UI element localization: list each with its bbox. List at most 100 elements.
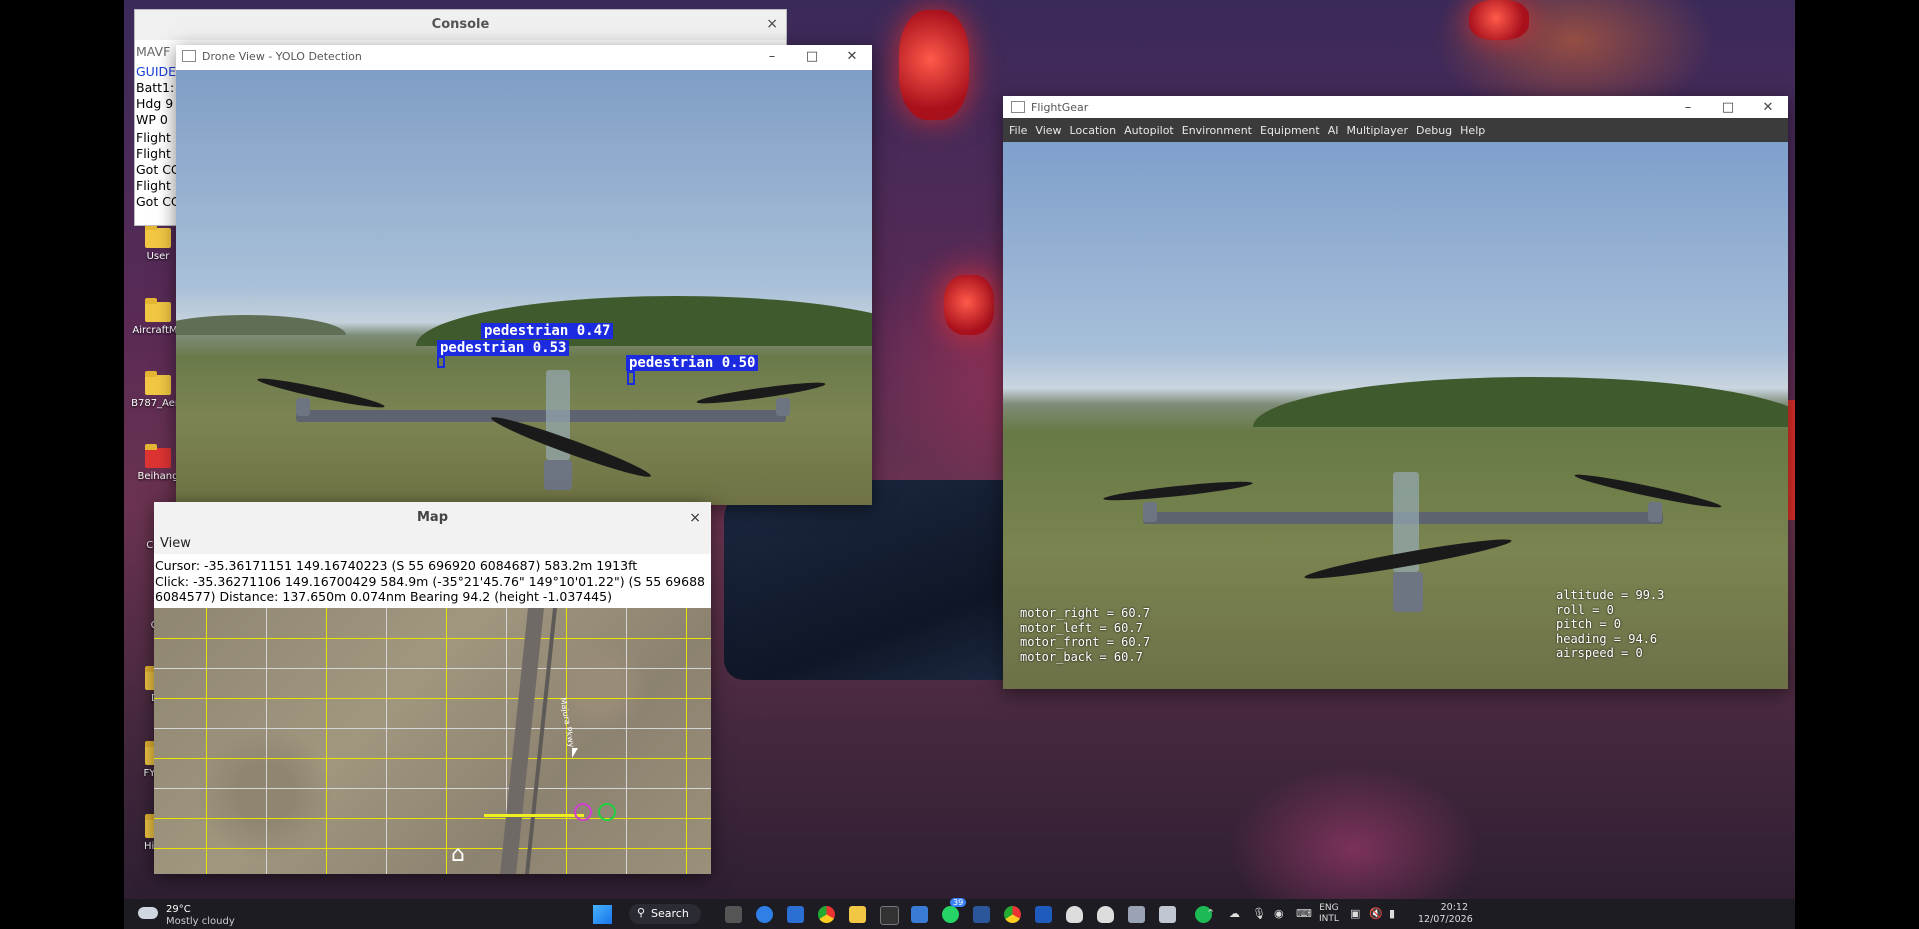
language-code: ENG (1319, 903, 1339, 913)
flight-path (484, 814, 584, 817)
chrome-icon[interactable] (1004, 906, 1021, 923)
desktop-icon-label: Beihang (137, 471, 179, 482)
drone-view-window: Drone View - YOLO Detection – □ ✕ pedest… (176, 45, 872, 505)
menu-help[interactable]: Help (1460, 124, 1485, 137)
map-title: Map (154, 502, 711, 534)
console-title: Console (135, 10, 786, 40)
flightgear-3d-view: motor_right = 60.7 motor_left = 60.7 mot… (1003, 142, 1788, 689)
drone-view-title: Drone View - YOLO Detection (202, 49, 362, 63)
close-icon[interactable]: × (766, 16, 778, 32)
airspeed-readout: airspeed = 0 (1556, 646, 1643, 660)
taskbar: 29°C Mostly cloudy ⚲ Search 39 ⌃ ☁ 🎙 ◉ ⌨… (124, 898, 1795, 929)
app-window-icon[interactable] (1128, 906, 1145, 923)
drone-view-titlebar: Drone View - YOLO Detection – □ ✕ (176, 45, 872, 67)
camera-feed: pedestrian 0.47 pedestrian 0.53 pedestri… (176, 70, 872, 505)
clock-date: 12/07/2026 (1418, 914, 1473, 925)
flightgear-menubar: File View Location Autopilot Environment… (1003, 118, 1788, 142)
linux-penguin-icon[interactable] (1066, 906, 1083, 923)
desktop-icon-label: User (146, 251, 170, 262)
close-icon[interactable]: ✕ (1748, 100, 1788, 115)
network-icon[interactable]: ▣ (1350, 907, 1360, 920)
waypoint-marker[interactable] (574, 803, 592, 821)
menu-debug[interactable]: Debug (1416, 124, 1452, 137)
terminal-icon[interactable] (880, 906, 899, 925)
menu-multiplayer[interactable]: Multiplayer (1347, 124, 1408, 137)
flightgear-window: FlightGear – □ ✕ File View Location Auto… (1003, 96, 1788, 689)
whatsapp-badge: 39 (950, 898, 967, 907)
flightgear-titlebar: FlightGear – □ ✕ (1003, 96, 1788, 118)
altitude-readout: altitude = 99.3 (1556, 588, 1665, 602)
motor-left-readout: motor_left = 60.7 (1020, 620, 1143, 635)
home-icon[interactable]: ⌂ (447, 844, 469, 866)
state-readouts: altitude = 99.3 roll = 0 pitch = 0 headi… (1556, 588, 1664, 661)
menu-equipment[interactable]: Equipment (1260, 124, 1320, 137)
console-line: WP 0 (136, 112, 168, 127)
app-icon (1011, 101, 1025, 113)
motor-right-readout: motor_right = 60.7 (1020, 606, 1151, 620)
battery-icon[interactable]: ▮ (1389, 907, 1395, 920)
close-icon[interactable]: ✕ (832, 49, 872, 64)
file-explorer-icon[interactable] (849, 906, 866, 923)
privacy-icon[interactable]: ◉ (1274, 907, 1284, 920)
word-icon[interactable] (973, 906, 990, 923)
search-box[interactable]: ⚲ Search (629, 904, 701, 924)
maximize-icon[interactable]: □ (792, 49, 832, 64)
clock[interactable]: 20:12 12/07/2026 (1418, 902, 1473, 926)
menu-view[interactable]: View (1035, 124, 1061, 137)
language-indicator[interactable]: ENG INTL (1319, 903, 1339, 925)
menu-environment[interactable]: Environment (1182, 124, 1252, 137)
console-line: MAVF (136, 44, 171, 59)
flightgear-title: FlightGear (1031, 100, 1089, 114)
cloud-sync-icon[interactable]: ☁ (1229, 907, 1240, 920)
weather-desc[interactable]: Mostly cloudy (166, 916, 235, 927)
console-line: GUIDE (136, 64, 177, 79)
menu-autopilot[interactable]: Autopilot (1124, 124, 1174, 137)
console-line: Flight (136, 146, 171, 161)
store-icon[interactable] (787, 906, 804, 923)
microphone-icon[interactable]: 🎙 (1252, 907, 1266, 920)
console-line: Flight (136, 130, 171, 145)
map-canvas[interactable]: Majura Pkwy ⌂ (154, 608, 711, 874)
maximize-icon[interactable]: □ (1708, 100, 1748, 115)
linux-penguin-icon[interactable] (1097, 906, 1114, 923)
drone-model (256, 360, 827, 500)
vehicle-marker[interactable] (598, 803, 616, 821)
chrome-icon[interactable] (818, 906, 835, 923)
weather-cloud-icon[interactable] (138, 907, 158, 919)
minimize-icon[interactable]: – (752, 49, 792, 64)
motor-back-readout: motor_back = 60.7 (1020, 649, 1143, 664)
help-icon[interactable] (756, 906, 773, 923)
motor-front-readout: motor_front = 60.7 (1020, 635, 1151, 649)
keyboard-icon[interactable]: ⌨ (1296, 907, 1312, 920)
console-line: Got CC (136, 194, 180, 209)
menu-ai[interactable]: AI (1328, 124, 1339, 137)
windows-start-icon[interactable] (593, 905, 612, 924)
menu-file[interactable]: File (1009, 124, 1027, 137)
task-view-icon[interactable] (725, 906, 742, 923)
motor-readouts: motor_right = 60.7 motor_left = 60.7 mot… (1020, 606, 1150, 664)
console-line: Hdg 9 (136, 96, 174, 111)
map-click-readout: Click: -35.36271106 149.16700429 584.9m … (155, 574, 705, 589)
notepad-icon[interactable] (911, 906, 928, 923)
map-window: Map × View Cursor: -35.36171151 149.1674… (154, 502, 711, 874)
search-icon: ⚲ (637, 906, 646, 919)
flightgear-app-icon[interactable] (1035, 906, 1052, 923)
clock-time: 20:12 (1440, 902, 1468, 913)
map-cursor-readout: Cursor: -35.36171151 149.16740223 (S 55 … (155, 558, 638, 573)
mouse-cursor-icon (572, 748, 578, 758)
app-window-icon[interactable] (1159, 906, 1176, 923)
whatsapp-icon[interactable] (942, 906, 959, 923)
tray-chevron-icon[interactable]: ⌃ (1206, 907, 1215, 920)
map-distance-readout: 6084577) Distance: 137.650m 0.074nm Bear… (155, 589, 612, 604)
close-icon[interactable]: × (689, 510, 701, 526)
map-menu-view[interactable]: View (154, 534, 711, 554)
pitch-readout: pitch = 0 (1556, 617, 1622, 631)
menu-location[interactable]: Location (1070, 124, 1117, 137)
road-label: Majura Pkwy (558, 696, 577, 749)
minimize-icon[interactable]: – (1668, 100, 1708, 115)
volume-muted-icon[interactable]: 🔇 (1369, 907, 1383, 920)
heading-readout: heading = 94.6 (1556, 631, 1658, 646)
console-line: Flight (136, 178, 171, 193)
app-icon (182, 50, 196, 62)
weather-temp[interactable]: 29°C (166, 904, 191, 915)
